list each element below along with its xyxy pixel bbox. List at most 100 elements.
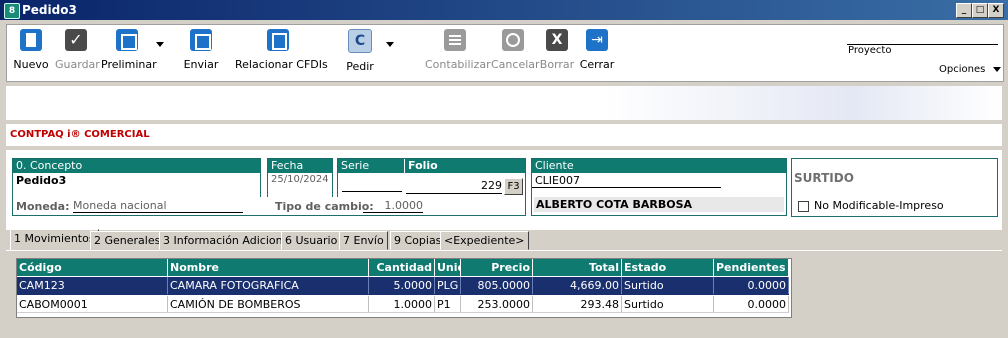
movements-table: Código Nombre Cantidad Unid Precio Total… <box>16 258 792 318</box>
no-modificable-label: No Modificable-Impreso <box>814 199 944 212</box>
app-icon: 8 <box>4 3 20 19</box>
status-label: SURTIDO <box>794 171 854 185</box>
cell-pendientes[interactable]: 0.0000 <box>714 277 789 294</box>
exit-icon <box>586 29 608 51</box>
cancelar-label: Cancelar <box>491 58 540 71</box>
status-box: SURTIDO No Modificable-Impreso <box>791 158 998 217</box>
header-total[interactable]: Total <box>533 259 622 276</box>
contabilizar-label: Contabilizar <box>425 58 491 71</box>
preliminar-dropdown-icon[interactable] <box>156 42 164 47</box>
tab-copias[interactable]: 9 Copias <box>390 231 446 250</box>
proyecto-field[interactable]: Proyecto <box>847 44 998 56</box>
tab-usuario[interactable]: 6 Usuario <box>281 231 342 250</box>
guardar-label: Guardar <box>55 58 100 71</box>
tab-generales[interactable]: 2 Generales <box>90 231 165 250</box>
window-title: Pedido3 <box>22 3 77 17</box>
moneda-select[interactable]: Moneda nacional <box>73 199 243 213</box>
fecha-box[interactable]: Fecha 25/10/2024 <box>267 158 333 198</box>
relacionar-cfdis-button[interactable]: Relacionar CFDIs <box>235 29 328 71</box>
moneda-row: Moneda: Moneda nacional Tipo de cambio: … <box>12 197 526 216</box>
tab-expediente[interactable]: <Expediente> <box>440 231 529 250</box>
preliminar-button[interactable]: Preliminar <box>101 29 157 71</box>
concepto-label: 0. Concepto <box>13 159 260 174</box>
cliente-box: Cliente CLIE007 ALBERTO COTA BARBOSA <box>531 158 787 216</box>
cell-nombre[interactable]: CAMIÓN DE BOMBEROS <box>168 296 369 313</box>
cell-codigo[interactable]: CAM123 <box>17 277 168 294</box>
close-button[interactable]: X <box>988 3 1004 18</box>
cancel-icon <box>502 29 524 51</box>
borrar-button[interactable]: Borrar <box>539 29 575 71</box>
header-pendientes[interactable]: Pendientes <box>714 259 789 276</box>
cell-unid[interactable]: PLG <box>435 277 461 294</box>
cell-estado[interactable]: Surtido <box>622 277 714 294</box>
cliente-label: Cliente <box>532 159 786 174</box>
cell-total[interactable]: 293.48 <box>533 296 622 313</box>
header-cantidad[interactable]: Cantidad <box>369 259 435 276</box>
guardar-button[interactable]: Guardar <box>55 29 100 71</box>
cell-estado[interactable]: Surtido <box>622 296 714 313</box>
preliminar-label: Preliminar <box>101 58 157 71</box>
serie-label: Serie <box>341 159 370 172</box>
header-nombre[interactable]: Nombre <box>168 259 369 276</box>
header-unid[interactable]: Unid <box>435 259 461 276</box>
serie-input[interactable] <box>342 179 402 192</box>
tab-strip: 1 Movimientos 2 Generales 3 Información … <box>6 229 1002 251</box>
cell-total[interactable]: 4,669.00 <box>533 277 622 294</box>
table-row[interactable]: CABOM0001 CAMIÓN DE BOMBEROS 1.0000 P1 2… <box>17 296 789 314</box>
cell-codigo[interactable]: CABOM0001 <box>17 296 168 313</box>
cliente-code-input[interactable]: CLIE007 <box>532 174 721 188</box>
new-doc-icon <box>20 29 42 51</box>
serie-folio-header: Serie Folio <box>338 159 525 174</box>
send-icon <box>190 29 212 51</box>
tab-movimientos[interactable]: 1 Movimientos <box>10 229 99 251</box>
minimize-button[interactable]: _ <box>956 3 972 18</box>
cerrar-button[interactable]: Cerrar <box>579 29 615 71</box>
cell-unid[interactable]: P1 <box>435 296 461 313</box>
concepto-value[interactable]: Pedido3 <box>13 174 260 187</box>
nuevo-label: Nuevo <box>13 58 49 71</box>
fecha-label: Fecha <box>268 159 332 174</box>
toolbar: Nuevo Guardar Preliminar Enviar Relacion… <box>6 24 1004 82</box>
nuevo-button[interactable]: Nuevo <box>13 29 49 71</box>
relacionar-label: Relacionar CFDIs <box>235 58 328 71</box>
contabilizar-button[interactable]: Contabilizar <box>425 29 491 71</box>
document-header: 0. Concepto Pedido3 Fecha 25/10/2024 Ser… <box>6 150 1002 230</box>
pedir-button[interactable]: Pedir <box>345 29 375 73</box>
cell-cantidad[interactable]: 5.0000 <box>369 277 435 294</box>
tab-informacion-adicional[interactable]: 3 Información Adicional <box>159 231 297 250</box>
folio-label: Folio <box>404 159 438 173</box>
pedir-label: Pedir <box>346 60 374 73</box>
tab-envio[interactable]: 7 Envío <box>339 231 388 250</box>
serie-folio-box: Serie Folio 229 F3 <box>337 158 526 198</box>
tipo-cambio-label: Tipo de cambio: <box>275 200 374 213</box>
tipo-cambio-input[interactable]: 1.0000 <box>363 199 423 213</box>
moneda-label: Moneda: <box>16 200 70 213</box>
concepto-box[interactable]: 0. Concepto Pedido3 <box>12 158 261 198</box>
cell-cantidad[interactable]: 1.0000 <box>369 296 435 313</box>
table-row[interactable]: CAM123 CAMARA FOTOGRAFICA 5.0000 PLG 805… <box>17 277 789 295</box>
cell-precio[interactable]: 805.0000 <box>461 277 533 294</box>
opciones-menu[interactable]: Opciones <box>939 64 1001 75</box>
chevron-down-icon <box>992 66 1001 72</box>
header-codigo[interactable]: Código <box>17 259 168 276</box>
borrar-label: Borrar <box>539 58 575 71</box>
header-estado[interactable]: Estado <box>622 259 714 276</box>
maximize-button[interactable]: □ <box>972 3 988 18</box>
relate-icon <box>267 29 289 51</box>
enviar-button[interactable]: Enviar <box>183 29 219 71</box>
title-bar: 8 Pedido3 _ □ X <box>0 0 1008 20</box>
table-header: Código Nombre Cantidad Unid Precio Total… <box>17 259 789 276</box>
fecha-value[interactable]: 25/10/2024 <box>268 174 332 185</box>
cell-precio[interactable]: 253.0000 <box>461 296 533 313</box>
header-precio[interactable]: Precio <box>461 259 533 276</box>
no-modificable-checkbox[interactable] <box>798 201 809 212</box>
f3-button[interactable]: F3 <box>504 178 523 195</box>
preview-icon <box>116 29 138 51</box>
cell-nombre[interactable]: CAMARA FOTOGRAFICA <box>168 277 369 294</box>
cancelar-button[interactable]: Cancelar <box>491 29 540 71</box>
banner-area <box>6 86 1002 120</box>
delete-icon <box>546 29 568 51</box>
folio-input[interactable]: 229 <box>406 179 502 194</box>
cell-pendientes[interactable]: 0.0000 <box>714 296 789 313</box>
pedir-dropdown-icon[interactable] <box>386 42 394 47</box>
